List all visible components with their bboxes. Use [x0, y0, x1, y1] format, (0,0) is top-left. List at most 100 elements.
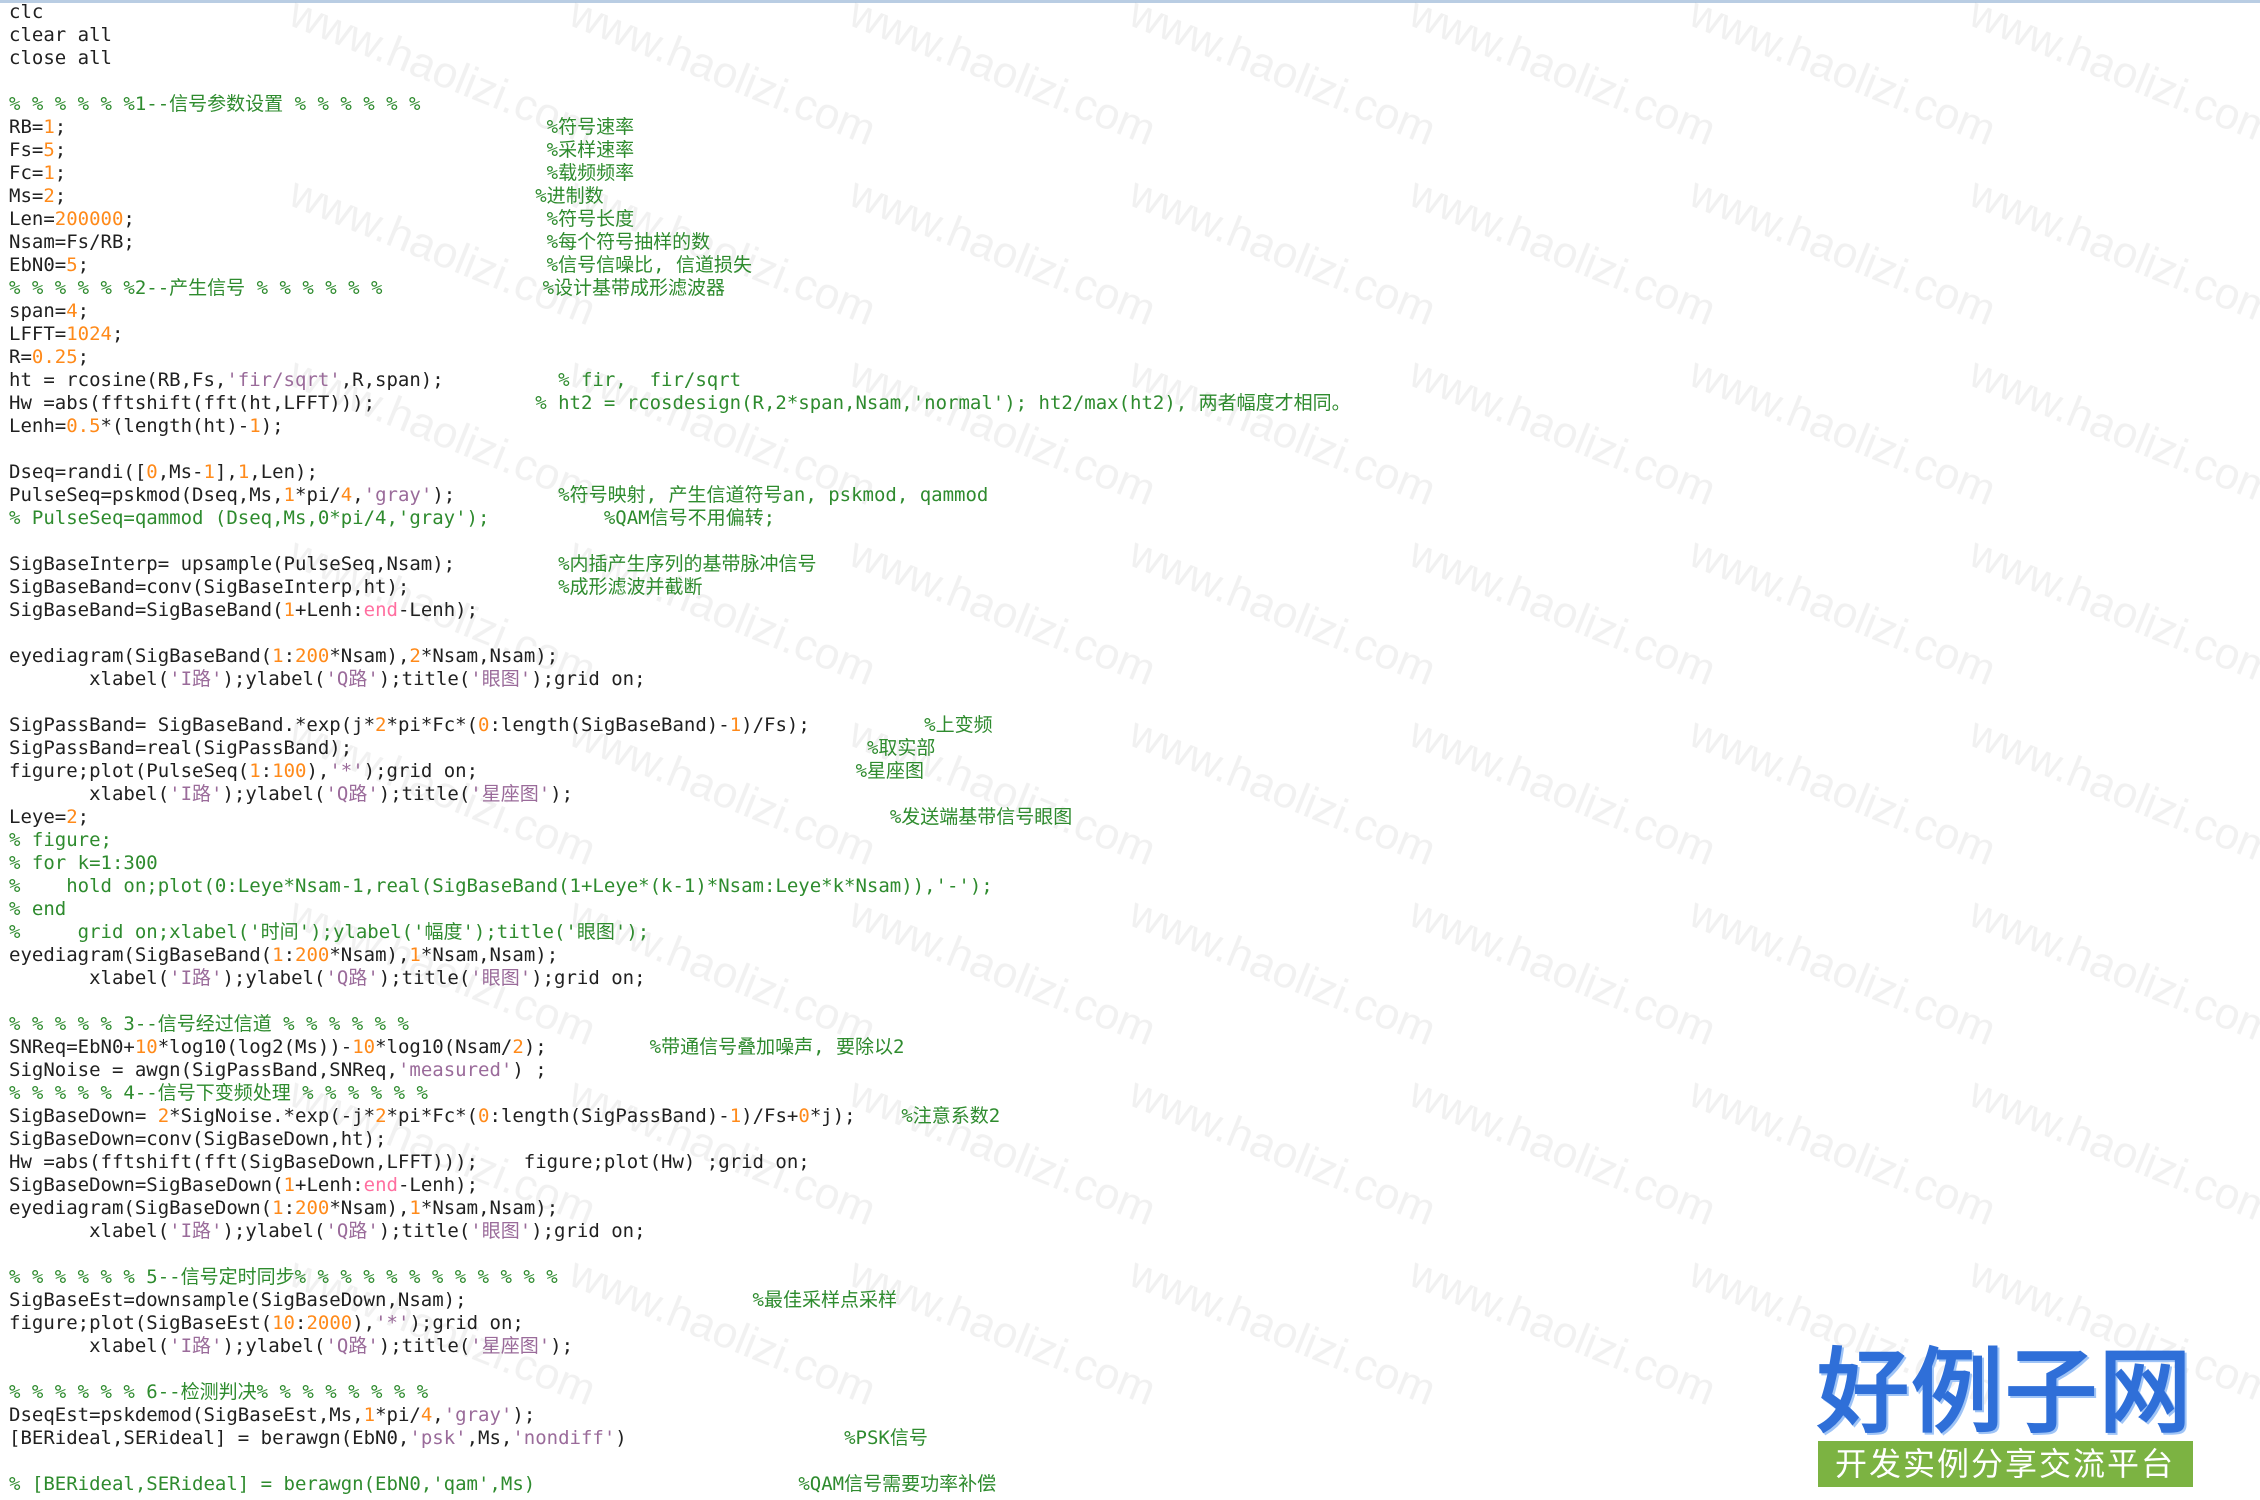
code-line[interactable]: SigBaseEst=downsample(SigBaseDown,Nsam);…: [9, 1289, 897, 1312]
code-token: '眼图': [470, 1220, 532, 1242]
watermark-text: www.haolizi.com: [842, 167, 1163, 336]
code-editor[interactable]: www.haolizi.com www.haolizi.com www.haoliz…: [0, 0, 2260, 1500]
code-line[interactable]: xlabel('I路');ylabel('Q路');title('眼图');gr…: [9, 967, 646, 990]
code-line[interactable]: xlabel('I路');ylabel('Q路');title('眼图');gr…: [9, 668, 646, 691]
code-comment: %成形滤波并截断: [558, 576, 703, 598]
code-line[interactable]: Len=200000; %符号长度: [9, 208, 634, 231]
code-line[interactable]: DseqEst=pskdemod(SigBaseEst,Ms,1*pi/4,'g…: [9, 1404, 535, 1427]
code-line[interactable]: [BERideal,SERideal] = berawgn(EbN0,'psk'…: [9, 1427, 928, 1450]
watermark-text: www.haolizi.com: [842, 1247, 1163, 1416]
code-line[interactable]: % % % % % % 5--信号定时同步% % % % % % % % % %…: [9, 1266, 558, 1289]
code-line[interactable]: Hw =abs(fftshift(fft(SigBaseDown,LFFT)))…: [9, 1151, 810, 1174]
code-line[interactable]: Ms=2; %进制数: [9, 185, 604, 208]
code-line[interactable]: eyediagram(SigBaseBand(1:200*Nsam),1*Nsa…: [9, 944, 558, 967]
code-comment: %符号长度: [546, 208, 635, 230]
code-line[interactable]: eyediagram(SigBaseBand(1:200*Nsam),2*Nsa…: [9, 645, 558, 668]
watermark-text: www.haolizi.com: [1122, 0, 1443, 156]
code-spacing: [455, 553, 558, 575]
code-line[interactable]: LFFT=1024;: [9, 323, 123, 346]
code-token: 'measured': [397, 1059, 513, 1081]
code-line[interactable]: SigBaseBand=SigBaseBand(1+Lenh:end-Lenh)…: [9, 599, 478, 622]
code-line[interactable]: SigPassBand=real(SigPassBand); %取实部: [9, 737, 935, 760]
code-token: 2: [43, 185, 55, 207]
code-line[interactable]: clc: [9, 1, 43, 24]
code-token: 1024: [66, 323, 112, 345]
code-line[interactable]: SigPassBand= SigBaseBand.*exp(j*2*pi*Fc*…: [9, 714, 993, 737]
code-line[interactable]: clear all: [9, 24, 112, 47]
code-token: 'I路': [169, 1220, 223, 1242]
code-token: );grid on;: [409, 1312, 524, 1334]
code-line[interactable]: % % % % % %1--信号参数设置 % % % % % %: [9, 93, 420, 116]
code-token: *(length(ht)-: [100, 415, 250, 437]
code-line[interactable]: figure;plot(SigBaseEst(10:2000),'*');gri…: [9, 1312, 524, 1335]
watermark-text: www.haolizi.com: [1122, 347, 1443, 516]
code-line[interactable]: R=0.25;: [9, 346, 89, 369]
code-token: SigBaseDown=: [9, 1105, 158, 1127]
code-line[interactable]: Nsam=Fs/RB; %每个符号抽样的数: [9, 231, 710, 254]
code-token: 10: [272, 1312, 295, 1334]
code-line[interactable]: SNReq=EbN0+10*log10(log2(Ms))-10*log10(N…: [9, 1036, 904, 1059]
code-token: 'Q路': [325, 783, 379, 805]
code-token: end: [363, 1174, 398, 1196]
code-line[interactable]: PulseSeq=pskmod(Dseq,Ms,1*pi/4,'gray'); …: [9, 484, 988, 507]
code-line[interactable]: EbN0=5; %信号信噪比, 信道损失: [9, 254, 752, 277]
code-spacing: [66, 162, 546, 184]
code-token: '眼图': [470, 967, 532, 989]
code-line[interactable]: SigBaseDown=conv(SigBaseDown,ht);: [9, 1128, 387, 1151]
code-line[interactable]: xlabel('I路');ylabel('Q路');title('星座图');: [9, 1335, 573, 1358]
code-token: 2: [375, 714, 387, 736]
code-line[interactable]: xlabel('I路');ylabel('Q路');title('眼图');gr…: [9, 1220, 646, 1243]
watermark-text: www.haolizi.com: [1122, 1067, 1443, 1236]
watermark-text: www.haolizi.com: [1682, 0, 2003, 156]
code-line[interactable]: SigNoise = awgn(SigPassBand,SNReq,'measu…: [9, 1059, 547, 1082]
code-line[interactable]: Dseq=randi([0,Ms-1],1,Len);: [9, 461, 318, 484]
code-line[interactable]: % [BERideal,SERideal] = berawgn(EbN0,'qa…: [9, 1473, 996, 1496]
code-line[interactable]: xlabel('I路');ylabel('Q路');title('星座图');: [9, 783, 573, 806]
watermark-text: www.haolizi.com: [1402, 167, 1723, 336]
code-line[interactable]: % grid on;xlabel('时间');ylabel('幅度');titl…: [9, 921, 649, 944]
code-token: );: [550, 783, 574, 805]
code-token: 10: [134, 1036, 158, 1058]
code-token: 2: [409, 645, 421, 667]
code-token: Hw =abs(fftshift(fft(ht,LFFT)));: [9, 392, 376, 414]
code-token: 100: [272, 760, 307, 782]
code-line[interactable]: eyediagram(SigBaseDown(1:200*Nsam),1*Nsa…: [9, 1197, 558, 1220]
code-line[interactable]: % % % % % %2--产生信号 % % % % % % %设计基带成形滤波…: [9, 277, 725, 300]
code-line[interactable]: % PulseSeq=qammod (Dseq,Ms,0*pi/4,'gray'…: [9, 507, 775, 530]
code-line[interactable]: Hw =abs(fftshift(fft(ht,LFFT))); % ht2 =…: [9, 392, 1351, 415]
code-token: 'I路': [169, 1335, 223, 1357]
code-comment: %每个符号抽样的数: [546, 231, 711, 253]
code-comment: %QAM信号不用偏转;: [603, 507, 776, 529]
code-line[interactable]: span=4;: [9, 300, 89, 323]
code-line[interactable]: % end: [9, 898, 66, 921]
code-line[interactable]: % for k=1:300: [9, 852, 158, 875]
code-token: ht = rcosine(RB,Fs,: [9, 369, 227, 391]
code-line[interactable]: Leye=2; %发送端基带信号眼图: [9, 806, 1072, 829]
code-token: 200: [295, 645, 330, 667]
code-line[interactable]: SigBaseDown= 2*SigNoise.*exp(-j*2*pi*Fc*…: [9, 1105, 1000, 1128]
code-line[interactable]: SigBaseBand=conv(SigBaseInterp,ht); %成形滤…: [9, 576, 703, 599]
code-token: );ylabel(: [222, 668, 326, 690]
code-line[interactable]: % figure;: [9, 829, 112, 852]
code-comment: % % % % % %2--产生信号 % % % % % %: [9, 277, 383, 299]
code-token: SigBaseDown=conv(SigBaseDown,ht);: [9, 1128, 387, 1150]
code-line[interactable]: % % % % % 4--信号下变频处理 % % % % % %: [9, 1082, 428, 1105]
code-line[interactable]: RB=1; %符号速率: [9, 116, 634, 139]
code-line[interactable]: % hold on;plot(0:Leye*Nsam-1,real(SigBas…: [9, 875, 993, 898]
code-line[interactable]: % % % % % 3--信号经过信道 % % % % % %: [9, 1013, 409, 1036]
logo-subtitle: 开发实例分享交流平台: [1817, 1441, 2193, 1487]
code-line[interactable]: Lenh=0.5*(length(ht)-1);: [9, 415, 284, 438]
code-line[interactable]: Fs=5; %采样速率: [9, 139, 634, 162]
code-spacing: [444, 369, 558, 391]
code-token: ],: [214, 461, 238, 483]
code-line[interactable]: % % % % % % 6--检测判决% % % % % % % %: [9, 1381, 428, 1404]
code-line[interactable]: figure;plot(PulseSeq(1:100),'*');grid on…: [9, 760, 924, 783]
code-token: 0: [478, 714, 490, 736]
code-token: 1: [272, 944, 284, 966]
code-line[interactable]: ht = rcosine(RB,Fs,'fir/sqrt',R,span); %…: [9, 369, 741, 392]
code-line[interactable]: SigBaseDown=SigBaseDown(1+Lenh:end-Lenh)…: [9, 1174, 478, 1197]
code-line[interactable]: close all: [9, 47, 112, 70]
code-token: 1: [272, 645, 284, 667]
code-line[interactable]: Fc=1; %载频频率: [9, 162, 634, 185]
code-line[interactable]: SigBaseInterp= upsample(PulseSeq,Nsam); …: [9, 553, 817, 576]
